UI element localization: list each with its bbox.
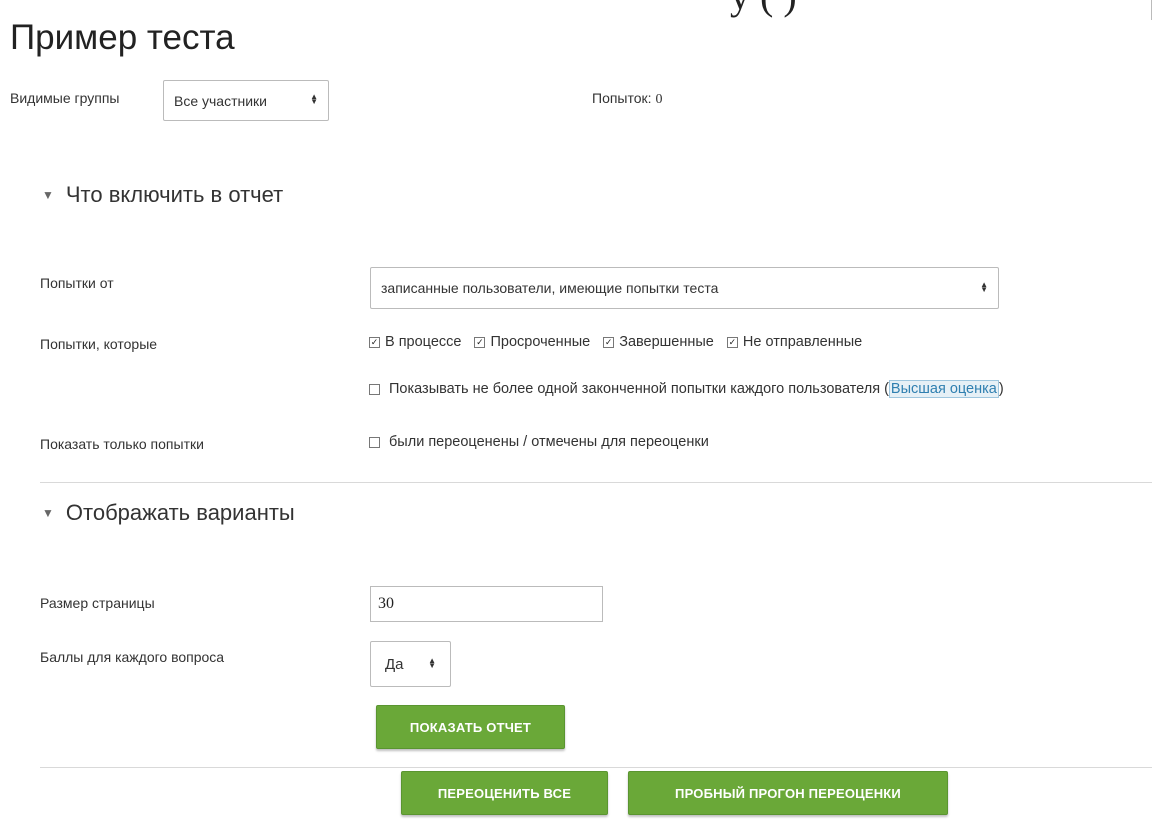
section-include-title: Что включить в отчет (65, 182, 284, 207)
checkbox-checked-icon[interactable]: ✓ (603, 336, 615, 348)
attempts-from-label: Попытки от (40, 275, 114, 291)
attempts-count-value: 0 (655, 92, 663, 107)
section-divider (40, 482, 1152, 483)
marks-per-question-select[interactable]: Да ▲ ▼ (370, 641, 451, 687)
regrade-all-button[interactable]: ПЕРЕОЦЕНИТЬ ВСЕ (401, 771, 608, 815)
attempts-count: Попыток: 0 (592, 90, 662, 108)
state-label: Просроченные (490, 334, 591, 350)
collapse-caret-icon: ▼ (42, 188, 54, 202)
select-arrows-icon: ▲ ▼ (310, 92, 318, 106)
only-one-attempt-label: Показывать не более одной законченной по… (389, 381, 889, 397)
visible-groups-label: Видимые группы (10, 90, 120, 106)
attempts-that-label: Попытки, которые (40, 336, 158, 352)
visible-groups-select[interactable]: Все участники ▲ ▼ (163, 80, 329, 121)
checkbox-checked-icon[interactable]: ✓ (726, 336, 738, 348)
state-label: Не отправленные (742, 334, 863, 350)
marks-per-question-label: Баллы для каждого вопроса (40, 649, 225, 665)
state-overdue-checkbox[interactable]: ✓ Просроченные (474, 334, 590, 350)
attempts-from-value: записанные пользователи, имеющие попытки… (381, 280, 719, 296)
show-report-button[interactable]: ПОКАЗАТЬ ОТЧЕТ (376, 705, 565, 749)
highest-grade-link[interactable]: Высшая оценка (888, 380, 999, 398)
state-label: Завершенные (619, 334, 714, 350)
checkbox-checked-icon[interactable]: ✓ (369, 336, 380, 348)
regraded-checkbox[interactable] (369, 436, 380, 448)
page-title: Пример теста (10, 18, 235, 57)
section-include-header[interactable]: ▼ Что включить в отчет (42, 182, 283, 208)
attempts-count-label: Попыток: (592, 90, 652, 106)
buttons-divider (40, 767, 1152, 768)
collapse-caret-icon: ▼ (42, 506, 54, 520)
select-arrows-icon: ▲ ▼ (980, 279, 988, 294)
attempts-from-select[interactable]: записанные пользователи, имеющие попытки… (370, 267, 999, 309)
page-size-label: Размер страницы (40, 595, 155, 611)
only-one-attempt-close: ) (998, 381, 1004, 397)
state-abandoned-checkbox[interactable]: ✓ Не отправленные (726, 334, 863, 350)
only-one-attempt-checkbox[interactable] (369, 383, 380, 395)
section-display-title: Отображать варианты (65, 500, 295, 525)
show-only-label: Показать только попытки (40, 436, 204, 452)
quiz-report-page: у ( ) Пример теста Видимые группы Все уч… (0, 0, 1152, 839)
checkbox-checked-icon[interactable]: ✓ (474, 336, 486, 348)
dry-run-regrade-button[interactable]: ПРОБНЫЙ ПРОГОН ПЕРЕОЦЕНКИ (628, 771, 948, 815)
section-display-header[interactable]: ▼ Отображать варианты (42, 500, 295, 526)
only-one-attempt-row: Показывать не более одной законченной по… (369, 380, 1004, 398)
state-inprogress-checkbox[interactable]: ✓ В процессе (369, 334, 461, 350)
visible-groups-value: Все участники (174, 92, 268, 109)
regraded-label: были переоценены / отмечены для переоцен… (389, 434, 709, 450)
attempt-states-group: ✓ В процессе ✓ Просроченные ✓ Завершенны… (369, 334, 875, 350)
select-arrows-icon: ▲ ▼ (428, 655, 436, 670)
state-finished-checkbox[interactable]: ✓ Завершенные (603, 334, 714, 350)
marks-per-question-value: Да (385, 655, 404, 673)
state-label: В процессе (385, 334, 462, 350)
page-size-input[interactable]: 30 (370, 586, 603, 622)
clipped-top-text: у ( ) (730, 0, 797, 19)
regraded-row: были переоценены / отмечены для переоцен… (369, 434, 709, 450)
